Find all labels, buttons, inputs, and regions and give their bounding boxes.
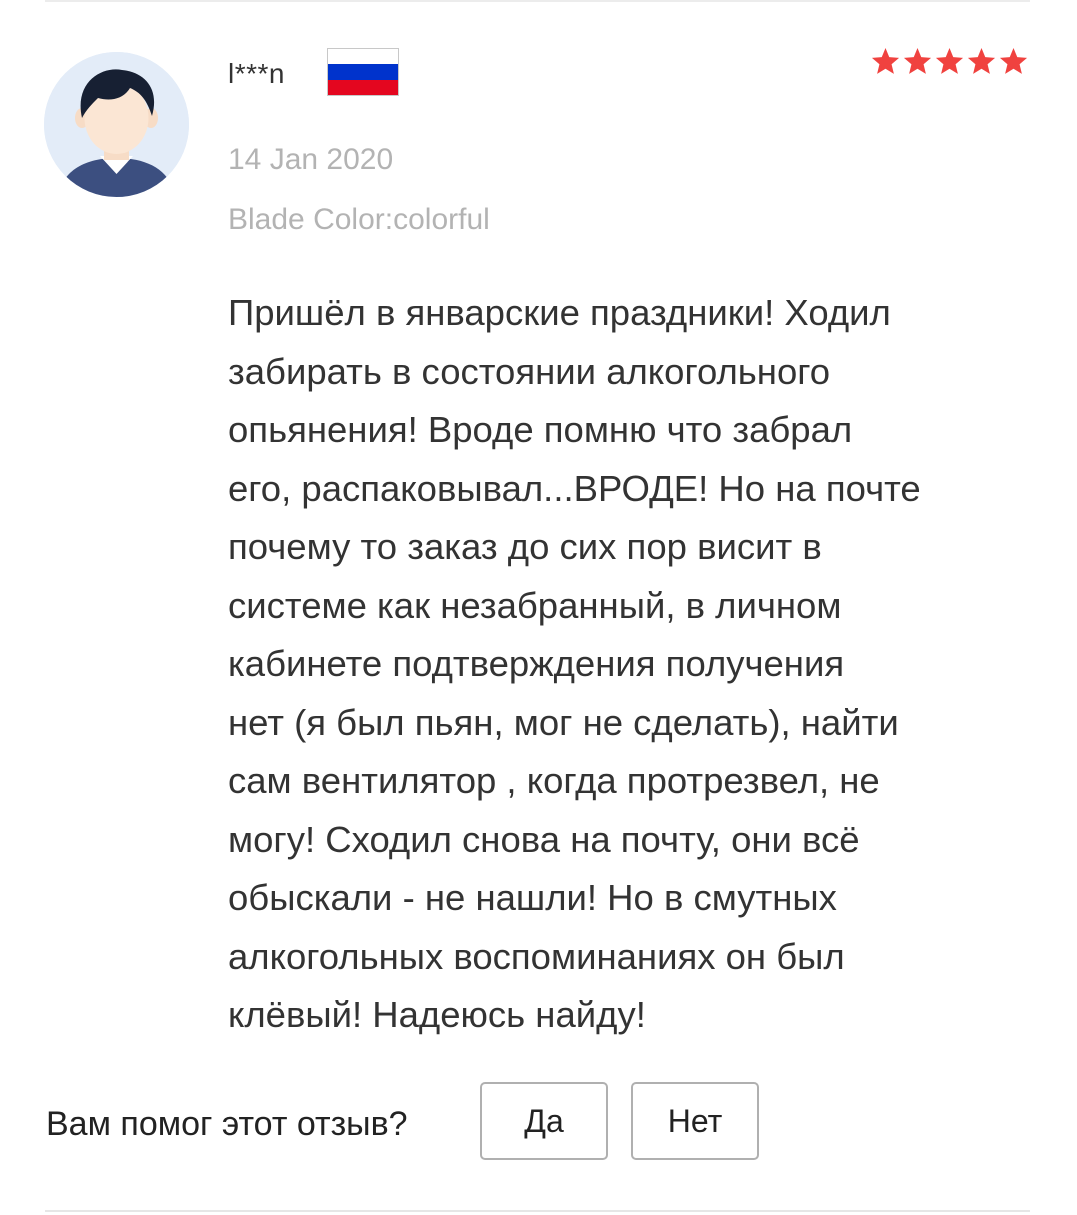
rating-stars <box>870 46 1029 77</box>
star-icon <box>935 47 964 74</box>
star-icon <box>999 47 1028 74</box>
top-divider <box>45 0 1030 2</box>
helpful-no-button[interactable]: Нет <box>631 1082 759 1160</box>
user-avatar-icon <box>44 52 189 197</box>
product-variant: Blade Color:colorful <box>228 203 490 236</box>
reviewer-name: l***n <box>228 58 285 89</box>
bottom-divider <box>45 1210 1030 1212</box>
flag-stripe <box>328 64 398 80</box>
star-icon <box>903 47 932 74</box>
flag-stripe <box>328 49 398 65</box>
review-date: 14 Jan 2020 <box>228 143 394 176</box>
helpful-question: Вам помог этот отзыв? <box>46 1105 408 1143</box>
helpful-yes-button[interactable]: Да <box>480 1082 608 1160</box>
avatar <box>44 52 189 197</box>
star-icon <box>967 47 996 74</box>
review-text: Пришёл в январские праздники! Ходил заби… <box>228 292 921 1035</box>
russia-flag-icon <box>327 48 399 96</box>
star-icon <box>871 47 900 74</box>
flag-stripe <box>328 79 398 95</box>
